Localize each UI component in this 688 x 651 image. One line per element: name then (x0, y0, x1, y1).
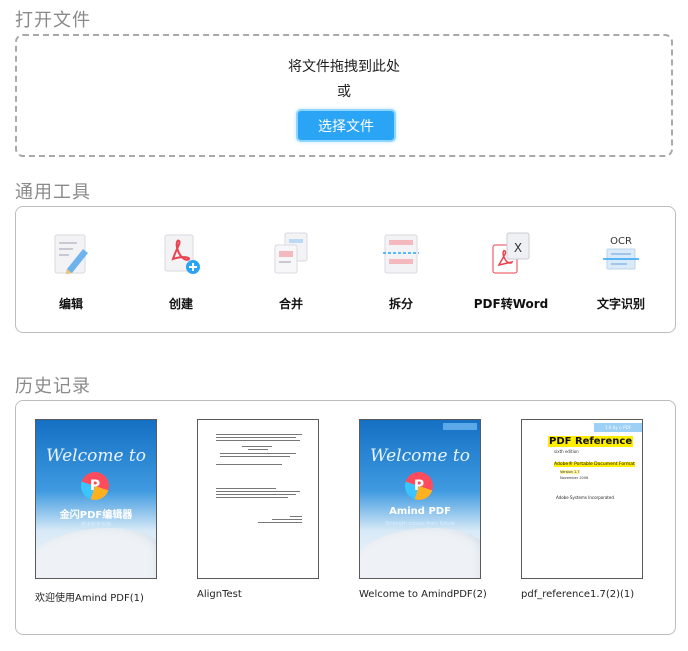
document-thumbnail[interactable] (197, 419, 319, 579)
tool-label-create: 创建 (168, 297, 193, 311)
document-name: 欢迎使用Amind PDF(1) (35, 593, 144, 604)
tool-label-pdf-to-word: PDF转Word (473, 297, 549, 311)
document-name: pdf_reference1.7(2)(1) (521, 589, 635, 600)
section-title-common-tools: 通用工具 (15, 182, 91, 203)
svg-text:X: X (514, 241, 522, 255)
history-item[interactable]: AlignTest (197, 419, 337, 600)
section-title-open-file: 打开文件 (15, 10, 91, 31)
drop-or-text: 或 (337, 84, 351, 100)
cover-subtitle: 技术新手专用 (80, 522, 111, 528)
tools-panel: 编辑 创建 合并 拆分 X PDF转Word OCR 文字识别 (15, 206, 676, 333)
cover-band: 1.6 by ◇ PDF (594, 423, 642, 432)
drop-hint-text: 将文件拖拽到此处 (288, 59, 400, 75)
cover-publisher: Adobe Systems Incorporated (556, 495, 614, 500)
cover-title: Amind PDF (389, 506, 451, 517)
history-item[interactable]: 1.6 by ◇ PDF PDF Reference sixth edition… (521, 419, 661, 600)
history-item[interactable]: Welcome to 金闪PDF编辑器 技术新手专用 欢迎使用Amind PDF… (35, 419, 175, 604)
file-drop-zone[interactable]: 将文件拖拽到此处 或 选择文件 (15, 34, 673, 157)
document-thumbnail[interactable]: Welcome to 金闪PDF编辑器 技术新手专用 (35, 419, 157, 579)
split-icon (379, 229, 423, 277)
document-thumbnail[interactable]: Welcome to Amind PDF Strength comes from… (359, 419, 481, 579)
tool-label-split: 拆分 (388, 297, 413, 311)
tool-edit[interactable]: 编辑 (26, 229, 116, 319)
tool-split[interactable]: 拆分 (356, 229, 446, 319)
create-pdf-icon (159, 229, 203, 277)
cover-format-name: Adobe® Portable Document Format (554, 462, 635, 467)
ocr-icon: OCR (599, 229, 643, 277)
tool-ocr[interactable]: OCR 文字识别 (576, 229, 666, 319)
cover-subtitle: sixth edition (554, 449, 579, 454)
history-panel: Welcome to 金闪PDF编辑器 技术新手专用 欢迎使用Amind PDF… (15, 400, 676, 635)
tool-label-edit: 编辑 (58, 297, 83, 311)
merge-icon (269, 229, 313, 277)
cover-corner-tag (443, 423, 477, 430)
tool-label-merge: 合并 (278, 297, 303, 311)
cover-title: PDF Reference (548, 436, 634, 447)
document-thumbnail[interactable]: 1.6 by ◇ PDF PDF Reference sixth edition… (521, 419, 643, 579)
cover-date: November 2006 (560, 476, 589, 480)
cover-subtitle: Strength comes from future (385, 521, 455, 527)
document-name: Welcome to AmindPDF(2) (359, 589, 487, 600)
svg-text:OCR: OCR (610, 236, 632, 247)
cover-title: 金闪PDF编辑器 (59, 510, 133, 521)
amind-logo-icon (81, 472, 109, 500)
pdf-to-word-icon: X (489, 229, 533, 277)
tool-merge[interactable]: 合并 (246, 229, 336, 319)
tool-label-ocr: 文字识别 (596, 297, 645, 311)
tool-create[interactable]: 创建 (136, 229, 226, 319)
document-name: AlignTest (197, 589, 242, 600)
cover-welcome-text: Welcome to (46, 446, 146, 466)
cover-version: Version 1.7 (560, 470, 580, 474)
amind-logo-icon (405, 472, 433, 500)
cover-welcome-text: Welcome to (370, 446, 470, 466)
choose-file-button[interactable]: 选择文件 (296, 109, 396, 142)
history-item[interactable]: Welcome to Amind PDF Strength comes from… (359, 419, 499, 600)
section-title-history: 历史记录 (15, 376, 91, 397)
tool-pdf-to-word[interactable]: X PDF转Word (466, 229, 556, 319)
edit-icon (49, 229, 93, 277)
